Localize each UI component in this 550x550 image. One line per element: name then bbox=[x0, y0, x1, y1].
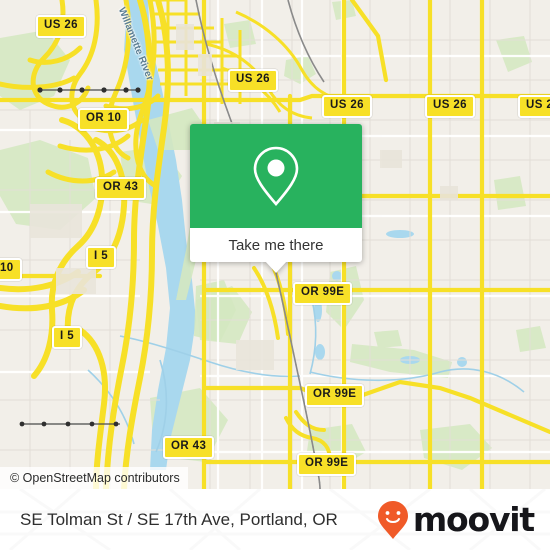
footer-bar: SE Tolman St / SE 17th Ave, Portland, OR… bbox=[0, 489, 550, 550]
shield-i5-2[interactable]: I 5 bbox=[52, 326, 82, 349]
shield-or10[interactable]: OR 10 bbox=[78, 108, 130, 131]
shield-or99e-1[interactable]: OR 99E bbox=[293, 282, 353, 305]
shield-us26-4[interactable]: US 26 bbox=[425, 95, 475, 118]
location-popup[interactable]: Take me there bbox=[190, 124, 362, 273]
moovit-pin-icon bbox=[377, 500, 408, 539]
shield-or99e-3[interactable]: OR 99E bbox=[297, 453, 357, 476]
shield-us26-3[interactable]: US 26 bbox=[322, 95, 372, 118]
shield-10[interactable]: 10 bbox=[0, 258, 22, 281]
osm-attribution[interactable]: © OpenStreetMap contributors bbox=[0, 467, 188, 489]
moovit-logo[interactable]: moovit bbox=[377, 500, 535, 540]
shield-i5-1[interactable]: I 5 bbox=[86, 246, 116, 269]
shield-us26-5[interactable]: US 26 bbox=[518, 95, 550, 118]
shield-us26-1[interactable]: US 26 bbox=[36, 15, 86, 38]
popup-tail bbox=[265, 261, 287, 273]
location-title: SE Tolman St / SE 17th Ave, Portland, OR bbox=[20, 509, 338, 529]
shield-or99e-2[interactable]: OR 99E bbox=[305, 384, 365, 407]
shield-or43-1[interactable]: OR 43 bbox=[95, 177, 147, 200]
map-canvas[interactable]: Willamette River US 26 US 26 US 26 US 26… bbox=[0, 0, 550, 489]
popup-header bbox=[190, 124, 362, 228]
shield-or43-2[interactable]: OR 43 bbox=[163, 436, 215, 459]
screenshot-root: Willamette River US 26 US 26 US 26 US 26… bbox=[0, 0, 550, 550]
moovit-wordmark: moovit bbox=[412, 500, 535, 539]
map-pin-icon bbox=[253, 146, 299, 206]
shield-us26-2[interactable]: US 26 bbox=[228, 69, 278, 92]
take-me-there-button[interactable]: Take me there bbox=[190, 228, 362, 262]
